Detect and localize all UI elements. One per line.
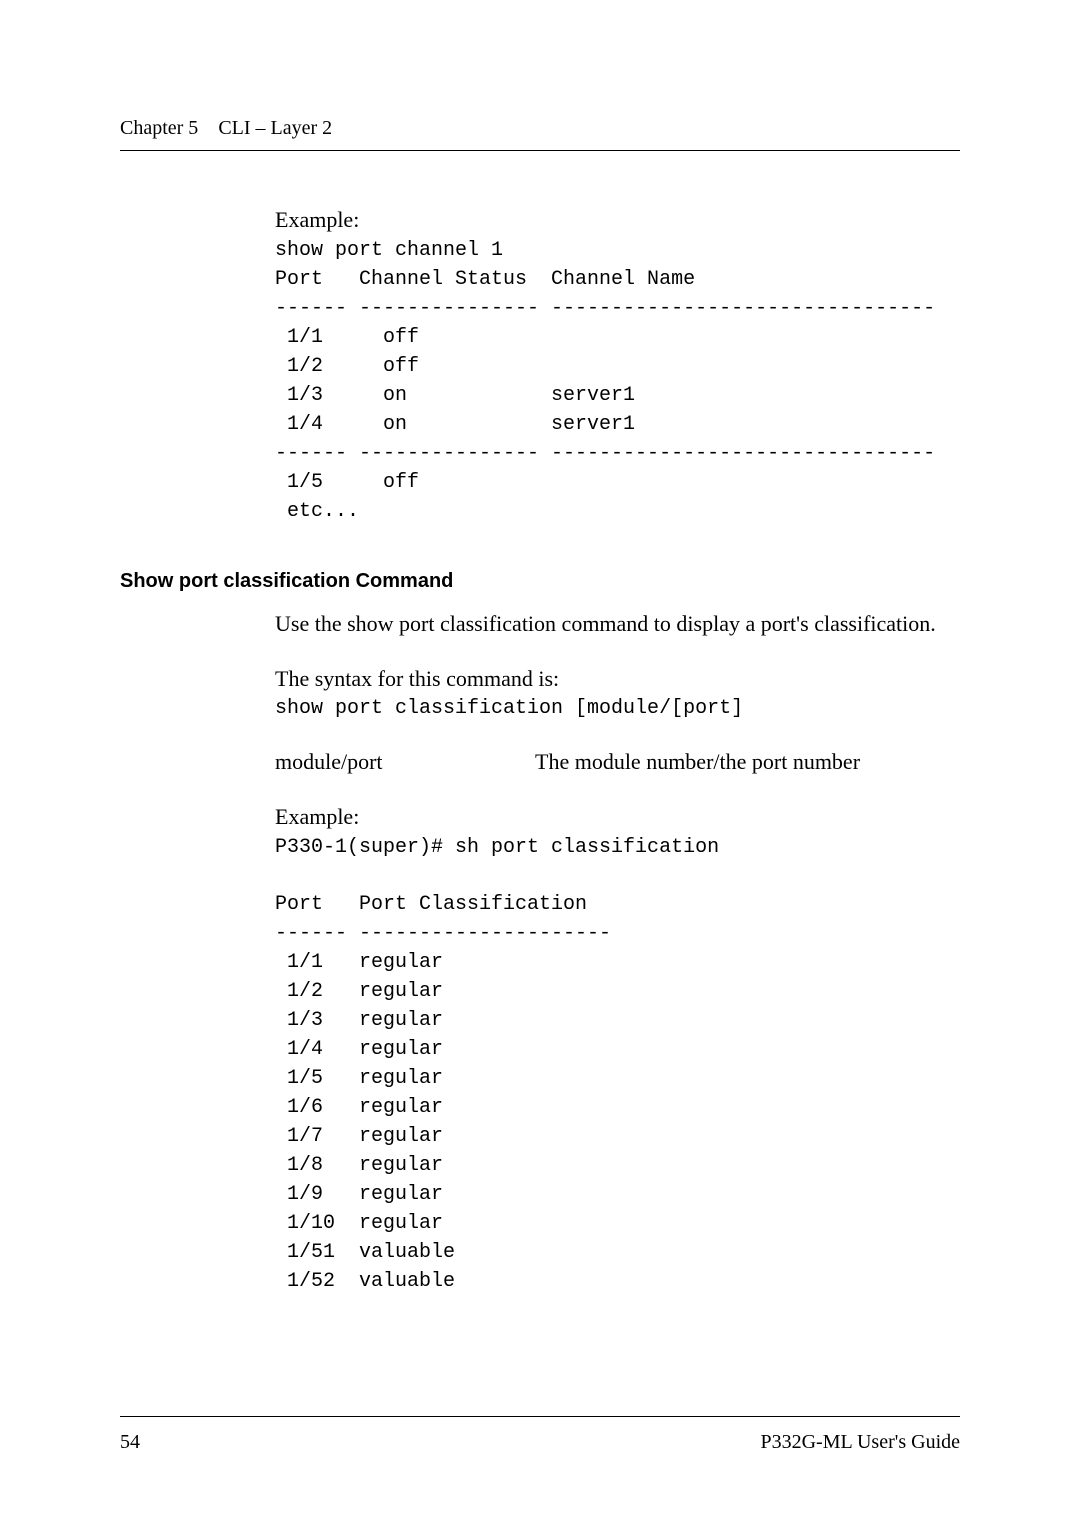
- param-desc: The module number/the port number: [535, 747, 960, 778]
- example1-block: show port channel 1 Port Channel Status …: [275, 236, 960, 526]
- section-body2: The syntax for this command is:: [275, 664, 960, 695]
- example2-cmd: P330-1(super)# sh port classification: [275, 833, 960, 862]
- param-row: module/port The module number/the port n…: [275, 747, 960, 778]
- page-footer: 54 P332G-ML User's Guide: [120, 1416, 960, 1454]
- syntax-line: show port classification [module/[port]: [275, 694, 960, 723]
- section-body1: Use the show port classification command…: [275, 609, 960, 640]
- param-name: module/port: [275, 747, 535, 778]
- example2-label: Example:: [275, 802, 960, 833]
- page-number: 54: [120, 1431, 140, 1454]
- footer-rule: [120, 1416, 960, 1417]
- example2-table: Port Port Classification ------ --------…: [275, 890, 960, 1296]
- chapter-label: Chapter 5: [120, 117, 198, 139]
- doc-title: P332G-ML User's Guide: [760, 1431, 960, 1454]
- chapter-title: CLI – Layer 2: [218, 117, 332, 139]
- section-heading: Show port classification Command: [120, 570, 960, 593]
- page-header: Chapter 5 CLI – Layer 2: [120, 117, 960, 140]
- header-rule: [120, 150, 960, 151]
- example1-label: Example:: [275, 205, 960, 236]
